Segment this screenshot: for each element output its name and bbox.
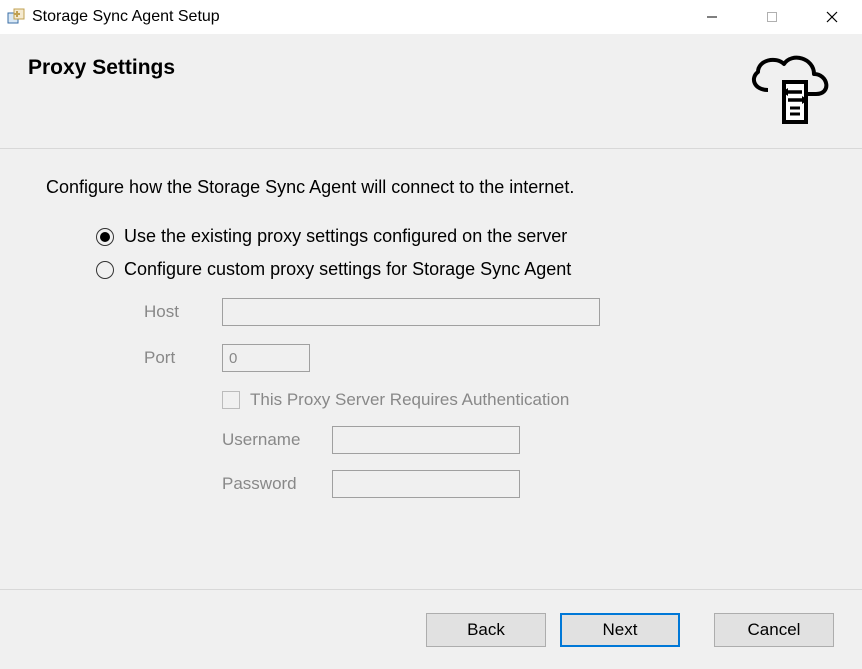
host-label: Host: [144, 302, 222, 322]
radio-icon: [96, 261, 114, 279]
radio-custom-proxy[interactable]: Configure custom proxy settings for Stor…: [96, 259, 822, 280]
radio-label: Configure custom proxy settings for Stor…: [124, 259, 571, 280]
cloud-sync-icon: [744, 52, 834, 130]
next-button[interactable]: Next: [560, 613, 680, 647]
window-controls: [682, 0, 862, 34]
radio-icon: [96, 228, 114, 246]
username-label: Username: [222, 430, 332, 450]
auth-checkbox-label: This Proxy Server Requires Authenticatio…: [250, 390, 569, 410]
auth-checkbox-row[interactable]: This Proxy Server Requires Authenticatio…: [222, 390, 822, 410]
wizard-header: Proxy Settings: [0, 34, 862, 149]
radio-use-existing[interactable]: Use the existing proxy settings configur…: [96, 226, 822, 247]
password-input[interactable]: [332, 470, 520, 498]
wizard-footer: Back Next Cancel: [0, 589, 862, 669]
radio-label: Use the existing proxy settings configur…: [124, 226, 567, 247]
maximize-button: [742, 0, 802, 34]
port-input[interactable]: [222, 344, 310, 372]
page-title: Proxy Settings: [28, 56, 175, 80]
back-button[interactable]: Back: [426, 613, 546, 647]
description-text: Configure how the Storage Sync Agent wil…: [46, 177, 822, 198]
custom-proxy-form: Host Port This Proxy Server Requires Aut…: [144, 298, 822, 498]
password-label: Password: [222, 474, 332, 494]
checkbox-icon: [222, 391, 240, 409]
cancel-button[interactable]: Cancel: [714, 613, 834, 647]
host-input[interactable]: [222, 298, 600, 326]
installer-icon: [6, 7, 26, 27]
minimize-button[interactable]: [682, 0, 742, 34]
port-label: Port: [144, 348, 222, 368]
username-input[interactable]: [332, 426, 520, 454]
title-bar: Storage Sync Agent Setup: [0, 0, 862, 34]
wizard-content: Configure how the Storage Sync Agent wil…: [0, 149, 862, 589]
window-title: Storage Sync Agent Setup: [32, 8, 682, 26]
close-button[interactable]: [802, 0, 862, 34]
